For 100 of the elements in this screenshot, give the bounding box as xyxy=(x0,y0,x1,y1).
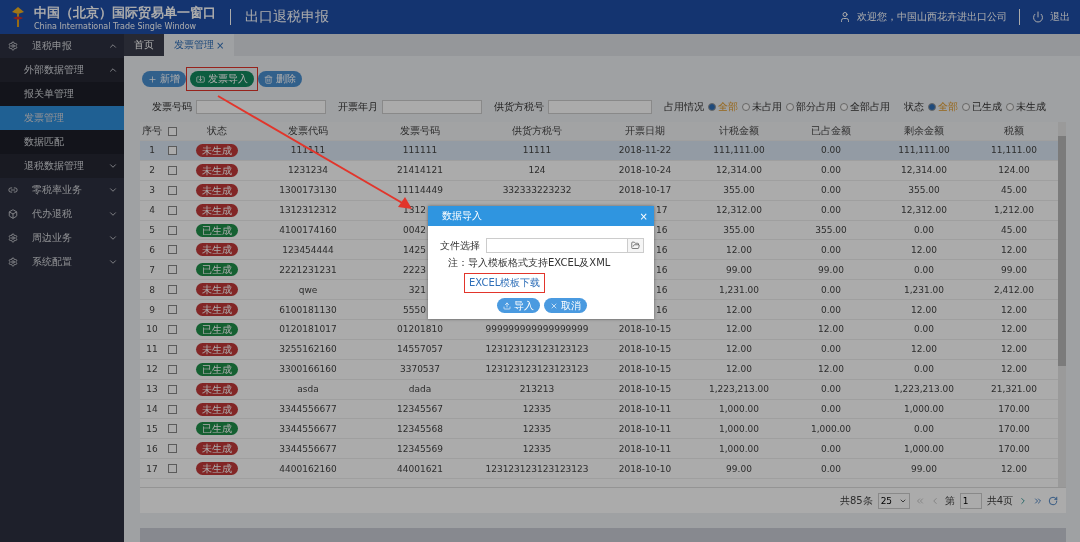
table-cell: 45.00 xyxy=(1001,225,1027,235)
radio-option[interactable]: 全部占用 xyxy=(840,100,890,114)
status-badge: 未生成 xyxy=(196,303,238,317)
status-badge: 未生成 xyxy=(196,143,238,157)
checkbox[interactable] xyxy=(167,344,177,354)
table-cell: 12.00 xyxy=(1001,244,1027,255)
checkbox[interactable] xyxy=(167,364,177,374)
status-badge: 未生成 xyxy=(196,243,238,257)
table-cell: 11111 xyxy=(522,145,552,156)
table-cell: 0.00 xyxy=(820,284,841,295)
row-number: 2 xyxy=(149,165,155,176)
radio-option[interactable]: 未生成 xyxy=(1006,100,1046,114)
table-row[interactable]: 17 未生成 4400162160 44001621 123123123123123123 2018-10-10 99.00 0.00 99.00 12.00 xyxy=(140,459,1058,480)
checkbox[interactable] xyxy=(167,145,177,155)
table-cell: 16 xyxy=(656,284,668,295)
last-page-icon[interactable] xyxy=(1033,495,1043,506)
tab[interactable]: 发票管理 × xyxy=(164,34,235,56)
row-number: 5 xyxy=(149,225,155,235)
page-size-select[interactable]: 25 xyxy=(877,492,910,509)
table-cell: 17 xyxy=(656,205,668,216)
column-header: 发票号码 xyxy=(400,124,440,138)
logout-link[interactable]: 退出 xyxy=(1050,10,1070,24)
gear-icon xyxy=(8,233,18,243)
close-icon[interactable]: × xyxy=(216,39,225,51)
tab[interactable]: 首页 xyxy=(124,34,164,56)
welcome-text: 欢迎您，中国山西花卉进出口公司 xyxy=(857,10,1007,24)
table-cell: 1425 xyxy=(403,244,426,255)
table-cell: 12335 xyxy=(522,423,552,434)
table-row[interactable]: 10 已生成 0120181017 01201810 999999999999999999 2018-10-15 12.00 12.00 0.00 12.00 xyxy=(140,320,1058,340)
checkbox[interactable] xyxy=(167,245,177,255)
checkbox[interactable] xyxy=(167,126,177,136)
status-badge: 已生成 xyxy=(196,362,238,376)
table-cell: 12.00 xyxy=(818,324,844,335)
radio-icon[interactable] xyxy=(840,103,848,111)
toolbar-button[interactable]: 新增 xyxy=(142,71,186,87)
table-row[interactable]: 16 未生成 3344556677 12345569 12335 2018-10-11 1,000.00 0.00 1,000.00 170.00 xyxy=(140,439,1058,460)
radio-icon[interactable] xyxy=(786,103,794,111)
table-cell: 123123123123123123 xyxy=(485,364,589,375)
checkbox[interactable] xyxy=(167,285,177,295)
checkbox[interactable] xyxy=(167,305,177,315)
file-field[interactable] xyxy=(486,238,644,253)
row-number: 13 xyxy=(146,384,158,395)
sidebar-item[interactable]: 外部数据管理 xyxy=(0,58,124,82)
page-field[interactable]: 1 xyxy=(959,492,982,509)
status-badge: 未生成 xyxy=(196,283,238,297)
column-header: 发票代码 xyxy=(288,124,328,138)
upload-icon xyxy=(503,301,511,310)
sidebar-item[interactable]: 报关单管理 xyxy=(0,82,124,106)
checkbox[interactable] xyxy=(167,225,177,235)
radio-icon[interactable] xyxy=(928,103,936,111)
template-download-link[interactable]: EXCEL模板下载 xyxy=(469,277,541,288)
table-cell: 355.00 xyxy=(815,225,847,235)
table-cell: 0.00 xyxy=(820,244,841,255)
row-number: 8 xyxy=(149,284,155,295)
filter-field[interactable] xyxy=(196,100,326,114)
dialog-title: 数据导入 xyxy=(442,209,482,223)
table-cell: 0.00 xyxy=(820,404,841,414)
refresh-icon[interactable] xyxy=(1048,495,1058,506)
sidebar-item[interactable]: 退税数据管理 xyxy=(0,154,124,178)
scrollbar[interactable] xyxy=(1058,122,1066,488)
checkbox[interactable] xyxy=(167,404,177,414)
checkbox[interactable] xyxy=(167,324,177,334)
checkbox[interactable] xyxy=(167,464,177,474)
checkbox[interactable] xyxy=(167,424,177,434)
checkbox[interactable] xyxy=(167,165,177,175)
filter-label: 供货方税号 xyxy=(494,100,544,114)
checkbox[interactable] xyxy=(167,384,177,394)
table-cell: 111,111.00 xyxy=(713,145,765,156)
table-row[interactable]: 15 已生成 3344556677 12345568 12335 2018-10-11 1,000.00 1,000.00 0.00 170.00 xyxy=(140,419,1058,440)
radio-icon[interactable] xyxy=(1006,103,1014,111)
checkbox[interactable] xyxy=(167,205,177,215)
radio-icon[interactable] xyxy=(962,103,970,111)
table-cell: 44001621 xyxy=(397,463,443,474)
close-icon[interactable]: × xyxy=(639,210,648,222)
table-cell: 0.00 xyxy=(820,384,841,395)
table-cell: 0.00 xyxy=(820,443,841,454)
radio-icon[interactable] xyxy=(742,103,750,111)
toolbar-button[interactable]: 发票导入 xyxy=(190,71,254,87)
table-cell: qwe xyxy=(298,284,318,295)
sidebar-item[interactable]: 数据匹配 xyxy=(0,130,124,154)
status-badge: 已生成 xyxy=(196,322,238,336)
radio-icon[interactable] xyxy=(708,103,716,111)
radio-option[interactable]: 已生成 xyxy=(962,100,1002,114)
toolbar-button[interactable]: 删除 xyxy=(258,71,302,87)
table-cell: 2223 xyxy=(403,264,426,275)
trash-icon xyxy=(264,74,273,84)
checkbox[interactable] xyxy=(167,444,177,454)
radio-option[interactable]: 未占用 xyxy=(742,100,782,114)
table-cell: 12.00 xyxy=(911,344,937,355)
filter-field[interactable] xyxy=(548,100,652,114)
filter-field[interactable] xyxy=(382,100,482,114)
power-icon[interactable] xyxy=(1032,11,1044,23)
radio-option[interactable]: 部分占用 xyxy=(786,100,836,114)
table-cell: 123123123123123123 xyxy=(485,463,589,474)
table-cell: 99.00 xyxy=(726,264,752,275)
next-page-icon[interactable] xyxy=(1018,495,1028,506)
checkbox[interactable] xyxy=(167,185,177,195)
folder-button[interactable] xyxy=(627,239,643,252)
checkbox[interactable] xyxy=(167,265,177,275)
filter-label: 开票年月 xyxy=(338,100,378,114)
